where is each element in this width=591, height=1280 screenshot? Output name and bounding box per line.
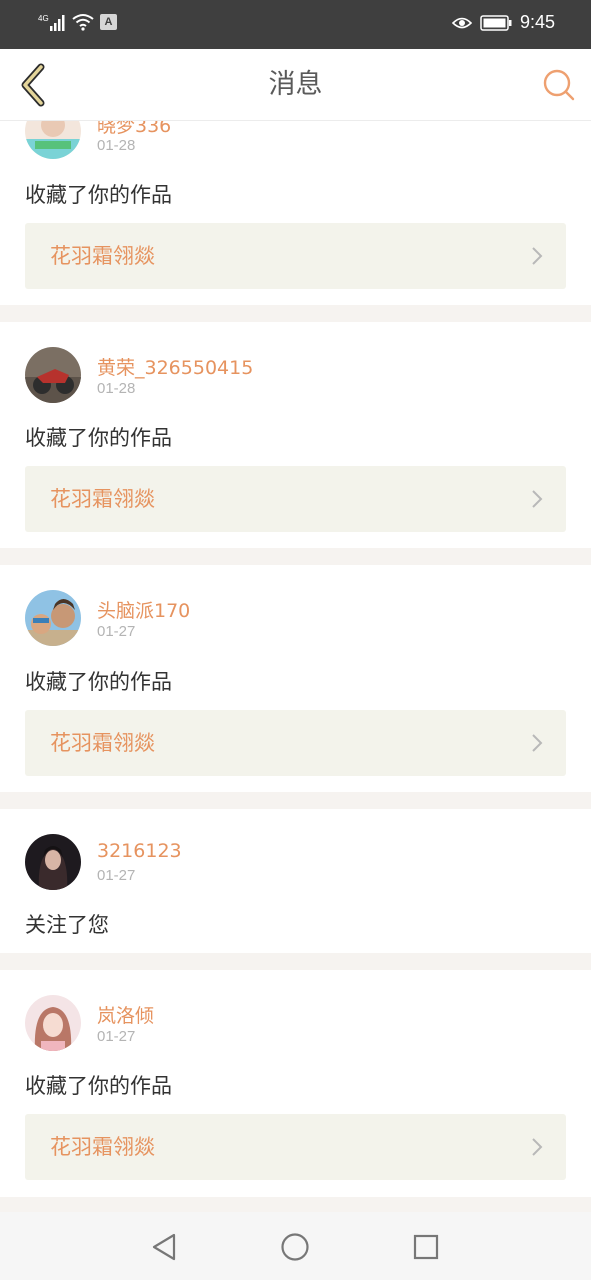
message-date: 01-27	[97, 1028, 136, 1045]
work-link[interactable]: 花羽霜翎燚	[25, 223, 566, 289]
message-card: 岚洛倾 01-27 收藏了你的作品 花羽霜翎燚	[0, 970, 591, 1197]
system-nav-bar	[0, 1212, 591, 1280]
message-date: 01-27	[97, 623, 136, 640]
chevron-right-icon	[532, 1138, 543, 1156]
message-list: 晓梦336 01-28 收藏了你的作品 花羽霜翎燚 黄荣_326550415 0…	[0, 0, 591, 1212]
wifi-icon	[72, 14, 94, 31]
header: 消息	[0, 49, 591, 121]
message-action: 收藏了你的作品	[25, 183, 172, 207]
keyboard-badge: A	[100, 14, 117, 30]
separator	[0, 1197, 591, 1212]
status-bar: 4G A 9:45	[0, 0, 591, 49]
nav-recents-button[interactable]	[408, 1229, 444, 1265]
work-title: 花羽霜翎燚	[50, 1135, 155, 1159]
eye-icon	[451, 17, 472, 28]
avatar[interactable]	[25, 834, 81, 890]
back-triangle-icon	[152, 1233, 176, 1261]
page-title: 消息	[268, 69, 323, 100]
message-card: 黄荣_326550415 01-28 收藏了你的作品 花羽霜翎燚	[0, 322, 591, 548]
message-date: 01-28	[97, 380, 136, 397]
message-date: 01-27	[97, 867, 136, 884]
avatar[interactable]	[25, 347, 81, 403]
user-name[interactable]: 头脑派170	[97, 596, 190, 623]
recents-square-icon	[413, 1234, 439, 1260]
separator	[0, 953, 591, 970]
separator	[0, 305, 591, 322]
message-action: 关注了您	[25, 913, 109, 937]
signal-icon: 4G	[38, 14, 65, 31]
user-name[interactable]: 岚洛倾	[97, 1001, 154, 1028]
message-action: 收藏了你的作品	[25, 670, 172, 694]
work-title: 花羽霜翎燚	[50, 731, 155, 755]
network-type: 4G	[38, 14, 49, 23]
nav-back-button[interactable]	[146, 1229, 182, 1265]
search-button[interactable]	[539, 65, 579, 105]
chevron-right-icon	[532, 734, 543, 752]
work-title: 花羽霜翎燚	[50, 487, 155, 511]
work-link[interactable]: 花羽霜翎燚	[25, 466, 566, 532]
search-icon	[543, 69, 575, 101]
avatar[interactable]	[25, 995, 81, 1051]
message-action: 收藏了你的作品	[25, 426, 172, 450]
message-action: 收藏了你的作品	[25, 1074, 172, 1098]
chevron-right-icon	[532, 247, 543, 265]
work-link[interactable]: 花羽霜翎燚	[25, 710, 566, 776]
separator	[0, 792, 591, 809]
user-name[interactable]: 3216123	[97, 840, 182, 862]
clock: 9:45	[519, 12, 555, 32]
work-link[interactable]: 花羽霜翎燚	[25, 1114, 566, 1180]
home-circle-icon	[281, 1233, 309, 1261]
nav-home-button[interactable]	[277, 1229, 313, 1265]
chevron-right-icon	[532, 490, 543, 508]
message-card: 3216123 01-27 关注了您	[0, 809, 591, 953]
user-name[interactable]: 黄荣_326550415	[97, 353, 253, 380]
work-title: 花羽霜翎燚	[50, 244, 155, 268]
message-card: 头脑派170 01-27 收藏了你的作品 花羽霜翎燚	[0, 565, 591, 792]
avatar[interactable]	[25, 590, 81, 646]
battery-icon	[480, 14, 512, 31]
separator	[0, 548, 591, 565]
message-date: 01-28	[97, 137, 136, 154]
